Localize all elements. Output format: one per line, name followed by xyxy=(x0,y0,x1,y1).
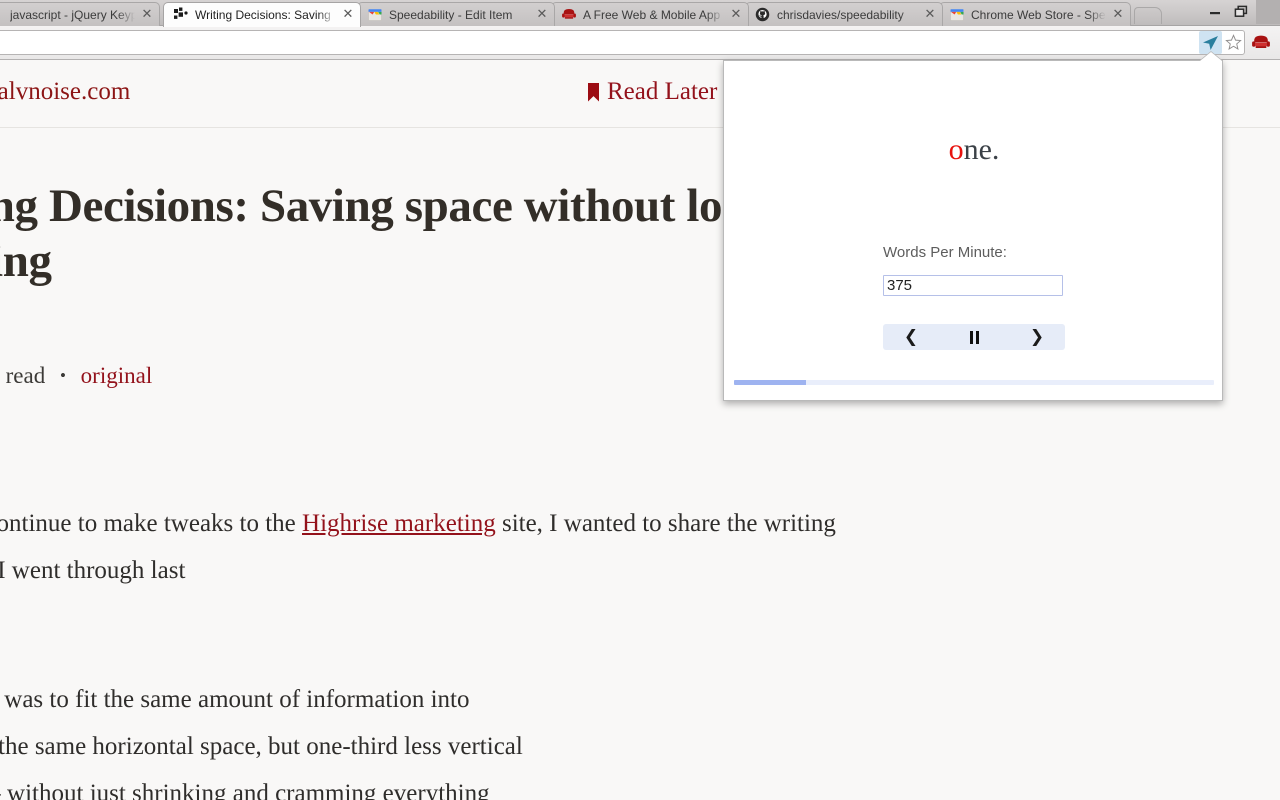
red-armchair-icon xyxy=(561,7,577,23)
popup-arrow xyxy=(1200,52,1222,61)
tab-strip: javascript - jQuery Keypress ✕ Writing D… xyxy=(0,0,1280,26)
paragraph-1-text-before: As we continue to make tweaks to the xyxy=(0,510,302,537)
browser-window: signalvnoise.com Read Later Writing Deci… xyxy=(0,0,1280,800)
meta-separator: • xyxy=(60,366,66,385)
tab-close-button[interactable]: ✕ xyxy=(534,7,550,23)
tab-close-button[interactable]: ✕ xyxy=(1110,7,1126,23)
window-minimize-button[interactable] xyxy=(1202,1,1228,21)
tab-title: Chrome Web Store - Spee xyxy=(971,4,1106,26)
word-remainder: ne. xyxy=(964,133,1000,166)
pause-bar-left xyxy=(970,331,973,344)
signalvnoise-icon xyxy=(173,7,189,23)
github-icon xyxy=(755,7,771,23)
site-name-link[interactable]: signalvnoise.com xyxy=(0,78,130,106)
article-paragraph-2: My goal was to fit the same amount of in… xyxy=(0,676,914,800)
speedability-popup: one. Words Per Minute: ❮ ❯ xyxy=(723,60,1223,401)
pause-button[interactable] xyxy=(957,325,991,349)
tab-writing-decisions[interactable]: Writing Decisions: Saving ✕ xyxy=(163,2,361,27)
bookmark-icon xyxy=(588,83,599,102)
focus-letter: o xyxy=(949,133,964,166)
playback-controls: ❮ ❯ xyxy=(883,324,1065,350)
current-word-display: one. xyxy=(724,133,1224,167)
article-title: Writing Decisions: Saving space without … xyxy=(0,179,822,289)
tab-title: chrisdavies/speedability xyxy=(777,4,918,26)
reading-progress-fill xyxy=(734,380,806,385)
tab-close-button[interactable]: ✕ xyxy=(922,7,938,23)
bookmark-star-icon[interactable] xyxy=(1222,31,1244,54)
tab-title: javascript - jQuery Keypress xyxy=(10,4,135,26)
tab-close-button[interactable]: ✕ xyxy=(340,7,356,23)
speedability-action-icon[interactable] xyxy=(1199,31,1222,54)
wpm-input[interactable] xyxy=(883,275,1063,296)
tab-title: Speedability - Edit Item xyxy=(389,4,530,26)
highrise-marketing-link[interactable]: Highrise marketing xyxy=(302,510,496,537)
tab-close-button[interactable]: ✕ xyxy=(728,7,744,23)
article-read-time: minute read xyxy=(0,363,45,388)
chrome-webstore-icon xyxy=(949,7,965,23)
pause-bar-right xyxy=(976,331,979,344)
article-meta: minute read • original xyxy=(0,363,152,389)
tab-title: A Free Web & Mobile App xyxy=(583,4,724,26)
generic-page-icon xyxy=(0,7,4,23)
previous-button[interactable]: ❮ xyxy=(894,325,928,349)
next-button[interactable]: ❯ xyxy=(1020,325,1054,349)
tab-close-button[interactable]: ✕ xyxy=(139,7,155,23)
window-controls xyxy=(1202,0,1280,22)
tab-javascript-jquery-keypress[interactable]: javascript - jQuery Keypress ✕ xyxy=(0,2,160,26)
new-tab-button[interactable] xyxy=(1134,7,1162,24)
read-later-label: Read Later xyxy=(607,78,717,106)
tab-chrisdavies-speedability[interactable]: chrisdavies/speedability ✕ xyxy=(745,2,943,26)
browser-toolbar xyxy=(0,26,1280,60)
article-original-link[interactable]: original xyxy=(81,363,153,388)
readability-extension-icon[interactable] xyxy=(1249,30,1273,54)
tab-speedability-edit-item[interactable]: Speedability - Edit Item ✕ xyxy=(357,2,555,26)
tab-chrome-web-store[interactable]: Chrome Web Store - Spee ✕ xyxy=(939,2,1131,26)
wpm-label: Words Per Minute: xyxy=(883,244,1007,261)
tab-free-web-mobile-app[interactable]: A Free Web & Mobile App ✕ xyxy=(551,2,749,26)
read-later-link[interactable]: Read Later xyxy=(588,78,717,106)
address-bar[interactable] xyxy=(0,30,1245,55)
chrome-webstore-icon xyxy=(367,7,383,23)
window-restore-button[interactable] xyxy=(1228,1,1254,21)
article-paragraph-1: As we continue to make tweaks to the Hig… xyxy=(0,500,916,641)
reading-progress-bar[interactable] xyxy=(734,380,1214,385)
tab-title: Writing Decisions: Saving xyxy=(195,4,336,26)
